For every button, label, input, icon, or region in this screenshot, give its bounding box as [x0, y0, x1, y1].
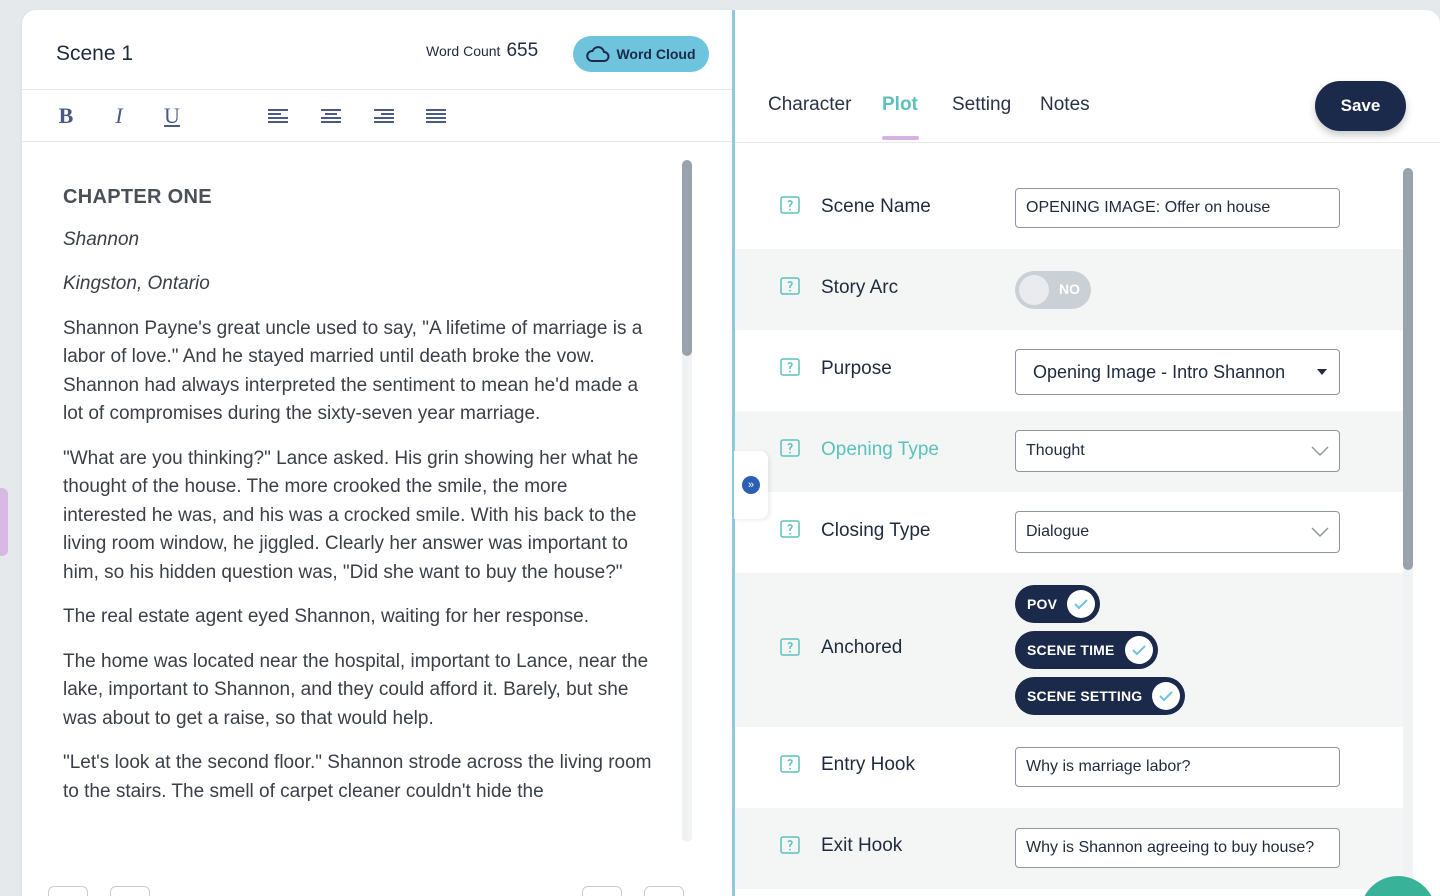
- paragraph: "Let's look at the second floor." Shanno…: [63, 752, 652, 802]
- bottom-control[interactable]: [110, 886, 150, 896]
- row-entry-hook: Entry Hook Why is marriage labor?: [735, 727, 1403, 808]
- align-justify-icon: [426, 109, 446, 123]
- editor-panel: Scene 1 Word Count 655 Word Cloud B I U: [22, 10, 734, 896]
- pov-line: Shannon: [63, 228, 140, 250]
- scene-name-input[interactable]: OPENING IMAGE: Offer on house: [1015, 188, 1340, 228]
- word-count-value: 655: [506, 40, 539, 61]
- active-tab-indicator: [882, 136, 919, 140]
- caret-down-icon: [1317, 369, 1327, 375]
- word-count: Word Count 655: [426, 40, 538, 62]
- cloud-icon: [586, 46, 610, 62]
- tab-plot[interactable]: Plot: [882, 94, 918, 116]
- scene-title: Scene 1: [56, 42, 134, 65]
- editor-body[interactable]: CHAPTER ONE Shannon Kingston, Ontario Sh…: [22, 143, 734, 843]
- exit-hook-input[interactable]: Why is Shannon agreeing to buy house?: [1015, 828, 1340, 868]
- purpose-label: Purpose: [821, 358, 892, 379]
- scene-name-label: Scene Name: [821, 196, 931, 217]
- scene-time-pill-label: SCENE TIME: [1027, 642, 1115, 658]
- location-line: Kingston, Ontario: [63, 273, 210, 294]
- story-arc-toggle[interactable]: NO: [1015, 271, 1091, 309]
- word-count-label: Word Count: [426, 43, 501, 59]
- anchored-label: Anchored: [821, 637, 903, 658]
- scene-setting-toggle[interactable]: SCENE SETTING: [1015, 677, 1186, 715]
- chevron-down-icon: [1311, 446, 1329, 457]
- align-center-button[interactable]: [316, 102, 346, 130]
- opening-type-label: Opening Type: [821, 439, 939, 460]
- bottom-control[interactable]: [644, 886, 684, 896]
- exit-hook-label: Exit Hook: [821, 835, 903, 856]
- closing-type-dropdown[interactable]: Dialogue: [1015, 511, 1340, 553]
- row-scene-name: Scene Name OPENING IMAGE: Offer on house: [735, 168, 1403, 249]
- paragraph: The real estate agent eyed Shannon, wait…: [63, 606, 590, 627]
- entry-hook-input[interactable]: Why is marriage labor?: [1015, 747, 1340, 787]
- italic-button[interactable]: I: [104, 102, 134, 130]
- check-icon: [1152, 682, 1181, 710]
- scene-time-toggle[interactable]: SCENE TIME: [1015, 631, 1158, 669]
- tab-character[interactable]: Character: [768, 94, 851, 116]
- help-icon[interactable]: [780, 520, 800, 540]
- story-arc-label: Story Arc: [821, 277, 899, 298]
- underline-button[interactable]: U: [157, 102, 187, 130]
- row-closing-type: Closing Type Dialogue: [735, 492, 1403, 573]
- double-chevron-right-icon: »: [742, 476, 760, 494]
- help-icon[interactable]: [780, 439, 800, 459]
- align-right-button[interactable]: [369, 102, 399, 130]
- bottom-control[interactable]: [48, 886, 88, 896]
- paragraph: Shannon Payne's great uncle used to say,…: [63, 317, 643, 425]
- toggle-knob: [1019, 275, 1049, 305]
- paragraph: The home was located near the hospital, …: [63, 650, 649, 729]
- check-icon: [1067, 590, 1096, 618]
- editor-scrollbar[interactable]: [682, 160, 692, 842]
- tab-notes[interactable]: Notes: [1040, 94, 1090, 116]
- row-anchored: Anchored POV SCENE TIME SCENE SETTING: [735, 573, 1403, 727]
- formatting-toolbar: B I U: [22, 90, 734, 142]
- check-icon: [1124, 636, 1153, 664]
- manuscript-text[interactable]: CHAPTER ONE Shannon Kingston, Ontario Sh…: [63, 183, 653, 822]
- scene-setting-pill-label: SCENE SETTING: [1027, 688, 1143, 704]
- pov-pill-label: POV: [1027, 596, 1058, 612]
- bold-button[interactable]: B: [51, 102, 81, 130]
- purpose-select[interactable]: Opening Image - Intro Shannon: [1015, 349, 1340, 395]
- help-icon[interactable]: [780, 196, 800, 216]
- toggle-state-label: NO: [1059, 281, 1080, 297]
- entry-hook-label: Entry Hook: [821, 754, 915, 775]
- collapse-panel-toggle[interactable]: »: [734, 451, 768, 519]
- align-justify-button[interactable]: [421, 102, 451, 130]
- closing-type-label: Closing Type: [821, 520, 931, 541]
- word-cloud-label: Word Cloud: [616, 46, 696, 62]
- help-icon[interactable]: [780, 755, 800, 775]
- save-button[interactable]: Save: [1315, 81, 1406, 131]
- form-scrollbar[interactable]: [1403, 168, 1413, 896]
- align-left-icon: [268, 109, 288, 123]
- editor-header: Scene 1 Word Count 655 Word Cloud: [22, 10, 734, 90]
- scene-details-panel: Character Plot Setting Notes Save Scene …: [735, 10, 1440, 896]
- row-purpose: Purpose Opening Image - Intro Shannon: [735, 330, 1403, 411]
- opening-type-dropdown[interactable]: Thought: [1015, 430, 1340, 472]
- tabs-bar: Character Plot Setting Notes Save: [735, 10, 1440, 143]
- chevron-down-icon: [1311, 527, 1329, 538]
- opening-type-value: Thought: [1026, 442, 1085, 459]
- bottom-control[interactable]: [582, 886, 622, 896]
- paragraph: "What are you thinking?" Lance asked. Hi…: [63, 447, 639, 583]
- left-edge-tab: [0, 488, 8, 556]
- help-icon[interactable]: [780, 277, 800, 297]
- align-right-icon: [374, 109, 394, 123]
- pov-toggle[interactable]: POV: [1015, 585, 1101, 623]
- align-left-button[interactable]: [263, 102, 293, 130]
- form-scrollbar-thumb[interactable]: [1403, 168, 1413, 570]
- purpose-value: Opening Image - Intro Shannon: [1033, 362, 1286, 382]
- tab-setting[interactable]: Setting: [952, 94, 1011, 116]
- row-story-arc: Story Arc NO: [735, 249, 1403, 330]
- chapter-heading: CHAPTER ONE: [63, 186, 212, 208]
- closing-type-value: Dialogue: [1026, 523, 1090, 540]
- help-icon[interactable]: [780, 358, 800, 378]
- align-center-icon: [321, 109, 341, 123]
- row-exit-hook: Exit Hook Why is Shannon agreeing to buy…: [735, 808, 1403, 889]
- word-cloud-button[interactable]: Word Cloud: [573, 36, 709, 72]
- row-opening-type: Opening Type Thought: [735, 411, 1403, 492]
- editor-scrollbar-thumb[interactable]: [682, 160, 692, 356]
- help-icon[interactable]: [780, 836, 800, 856]
- help-icon[interactable]: [780, 638, 800, 658]
